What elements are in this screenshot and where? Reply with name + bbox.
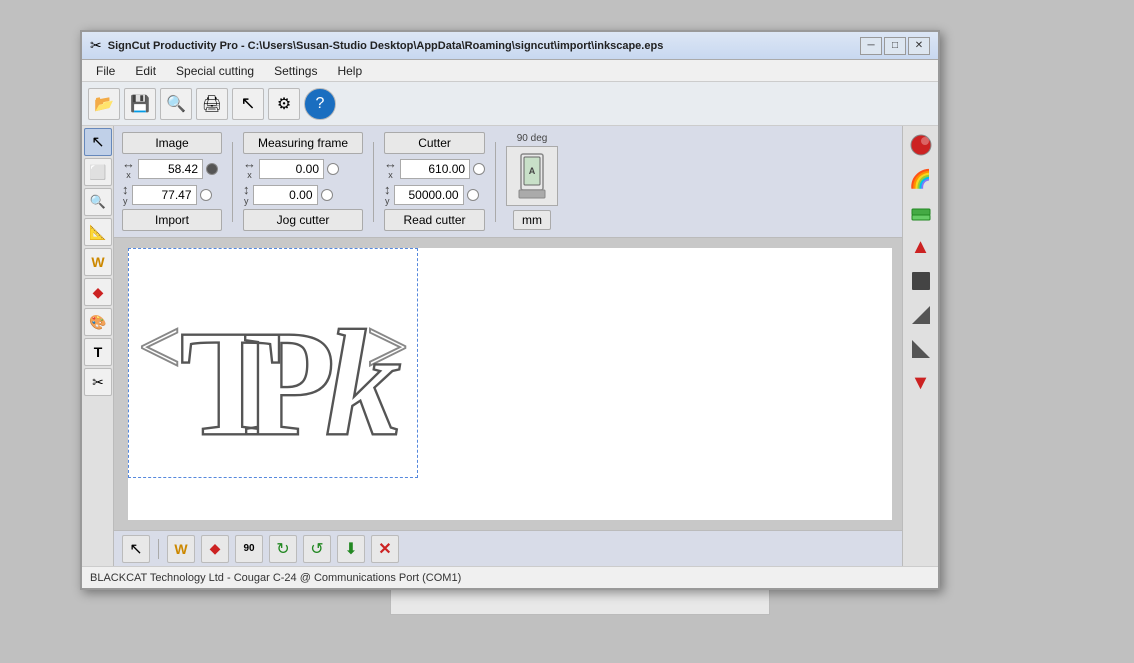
right-arrow-diag-up[interactable]	[906, 300, 936, 330]
right-panel: 🌈 ▲ ▼	[902, 126, 938, 566]
cutter-diagram: A	[506, 146, 558, 206]
cutter-y-icon: ↕ y	[384, 183, 391, 206]
design-svg: < > T P k	[129, 249, 417, 477]
minimize-button[interactable]: ─	[860, 37, 882, 55]
search-button[interactable]: 🔍	[160, 88, 192, 120]
cutter-y-input[interactable]	[394, 185, 464, 205]
measuring-frame-button[interactable]: Measuring frame	[243, 132, 363, 154]
read-cutter-button[interactable]: Read cutter	[384, 209, 485, 231]
cutter-section: Cutter ↔ x ↕ y	[384, 132, 485, 231]
right-rainbow[interactable]: 🌈	[906, 164, 936, 194]
maximize-button[interactable]: □	[884, 37, 906, 55]
cutter-button[interactable]: Cutter	[384, 132, 485, 154]
app-icon: ✂	[90, 37, 102, 54]
diamond-tool[interactable]: ◆	[84, 278, 112, 306]
window-title: SignCut Productivity Pro - C:\Users\Susa…	[108, 40, 664, 52]
open-button[interactable]: 📂	[88, 88, 120, 120]
select-tool[interactable]: ↖	[84, 128, 112, 156]
bottom-rotate-90[interactable]: 90	[235, 535, 263, 563]
scissors-tool[interactable]: ✂	[84, 368, 112, 396]
mf-y-radio[interactable]	[321, 189, 333, 201]
svg-text:<: <	[138, 306, 181, 390]
paint-tool[interactable]: 🎨	[84, 308, 112, 336]
right-arrow-diag-down[interactable]	[906, 334, 936, 364]
svg-text:k: k	[325, 299, 401, 467]
right-arrow-up[interactable]: ▲	[906, 232, 936, 262]
close-button[interactable]: ✕	[908, 37, 930, 55]
status-bar: BLACKCAT Technology Ltd - Cougar C-24 @ …	[82, 566, 938, 588]
cutter-y-radio[interactable]	[467, 189, 479, 201]
measuring-x-input[interactable]	[259, 159, 324, 179]
menu-special-cutting[interactable]: Special cutting	[166, 62, 264, 80]
pointer-button[interactable]: ↖	[232, 88, 264, 120]
bottom-down-arrow[interactable]: ⬇	[337, 535, 365, 563]
control-panel: Image ↔ x ↕ y	[114, 126, 902, 238]
design-area: < > T P k	[128, 248, 418, 478]
jog-cutter-button[interactable]: Jog cutter	[243, 209, 363, 231]
bottom-diamond-tool[interactable]: ◆	[201, 535, 229, 563]
mf-y-icon: ↕ y	[243, 183, 250, 206]
status-text: BLACKCAT Technology Ltd - Cougar C-24 @ …	[90, 572, 461, 584]
cutter-x-input[interactable]	[400, 159, 470, 179]
settings-button[interactable]: ⚙	[268, 88, 300, 120]
menu-edit[interactable]: Edit	[125, 62, 166, 80]
image-xy-icon: ↔ x	[122, 157, 135, 180]
right-layers[interactable]	[906, 198, 936, 228]
svg-text:A: A	[529, 166, 536, 176]
canvas-inner: < > T P k	[128, 248, 892, 520]
bottom-weld-tool[interactable]: W	[167, 535, 195, 563]
bottom-close[interactable]: ✕	[371, 535, 399, 563]
select-box-tool[interactable]: ⬜	[84, 158, 112, 186]
left-tool-panel: ↖ ⬜ 🔍 📐 W ◆ 🎨 T ✂	[82, 126, 114, 566]
title-bar: ✂ SignCut Productivity Pro - C:\Users\Su…	[82, 32, 938, 60]
text-tool[interactable]: T	[84, 338, 112, 366]
weld-tool[interactable]: W	[84, 248, 112, 276]
print-button[interactable]: 🖨	[196, 88, 228, 120]
measuring-y-input[interactable]	[253, 185, 318, 205]
image-x-radio[interactable]	[206, 163, 218, 175]
cutter-xy-icon: ↔ x	[384, 157, 397, 180]
toolbar-divider-1	[158, 539, 159, 559]
help-button[interactable]: ?	[304, 88, 336, 120]
right-color-red[interactable]	[906, 130, 936, 160]
image-x-input[interactable]	[138, 159, 203, 179]
image-y-input[interactable]	[132, 185, 197, 205]
right-box-dark[interactable]	[906, 266, 936, 296]
bottom-select-tool[interactable]: ↖	[122, 535, 150, 563]
cutter-x-radio[interactable]	[473, 163, 485, 175]
main-toolbar: 📂 💾 🔍 🖨 ↖ ⚙ ?	[82, 82, 938, 126]
mf-x-radio[interactable]	[327, 163, 339, 175]
save-button[interactable]: 💾	[124, 88, 156, 120]
bottom-rotate-ccw[interactable]: ↺	[303, 535, 331, 563]
bottom-rotate-cw[interactable]: ↻	[269, 535, 297, 563]
window-controls: ─ □ ✕	[860, 37, 930, 55]
zoom-tool[interactable]: 🔍	[84, 188, 112, 216]
image-section: Image ↔ x ↕ y	[122, 132, 222, 231]
image-y-icon: ↕ y	[122, 183, 129, 206]
deg-label: 90 deg	[517, 133, 548, 144]
image-y-radio[interactable]	[200, 189, 212, 201]
right-arrow-down[interactable]: ▼	[906, 368, 936, 398]
cutter-svg: A	[511, 150, 553, 202]
canvas-area[interactable]: < > T P k	[114, 238, 902, 530]
image-button[interactable]: Image	[122, 132, 222, 154]
mm-button[interactable]: mm	[513, 210, 551, 230]
measuring-section: Measuring frame ↔ x ↕	[243, 132, 363, 231]
measure-tool[interactable]: 📐	[84, 218, 112, 246]
menu-bar: File Edit Special cutting Settings Help	[82, 60, 938, 82]
svg-text:P: P	[243, 299, 336, 467]
mf-xy-icon: ↔ x	[243, 157, 256, 180]
import-button[interactable]: Import	[122, 209, 222, 231]
menu-file[interactable]: File	[86, 62, 125, 80]
bottom-toolbar: ↖ W ◆ 90 ↻ ↺ ⬇ ✕	[114, 530, 902, 566]
menu-help[interactable]: Help	[327, 62, 372, 80]
menu-settings[interactable]: Settings	[264, 62, 327, 80]
cutter-diagram-section: 90 deg A mm	[506, 133, 558, 230]
